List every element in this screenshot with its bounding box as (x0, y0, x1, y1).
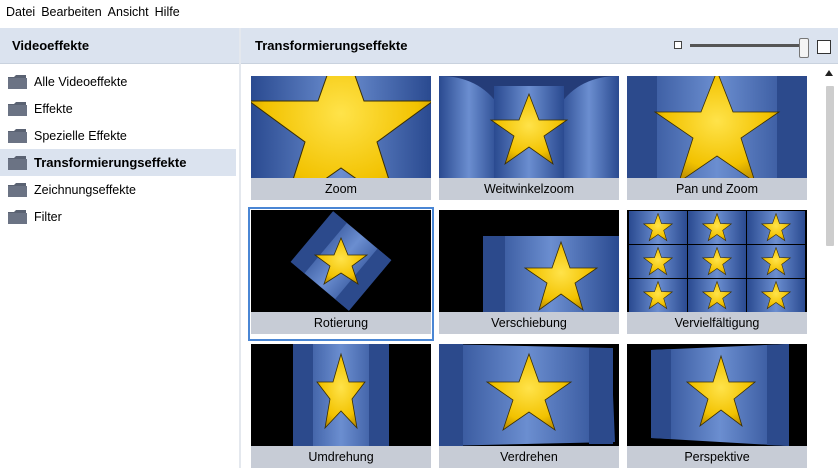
thumbnail-verdrehen (439, 344, 619, 446)
folder-icon (8, 155, 27, 170)
menu-bearbeiten[interactable]: Bearbeiten (41, 5, 101, 19)
folder-icon (8, 209, 27, 224)
effect-tile-perspektive[interactable]: Perspektive (627, 344, 807, 468)
effect-tile-umdrehung[interactable]: Umdrehung (251, 344, 431, 468)
effect-label: Zoom (251, 178, 431, 200)
effect-label: Perspektive (627, 446, 807, 468)
effects-grid: Zoom Weitwinkelzoom Pan und Zoom Rotieru… (241, 66, 823, 468)
tree-item-label: Filter (34, 209, 62, 224)
zoom-small-icon[interactable] (674, 41, 682, 49)
category-tree: Alle Videoeffekte Effekte Spezielle Effe… (0, 68, 239, 230)
tree-item-zeichnungseffekte[interactable]: Zeichnungseffekte (0, 176, 239, 203)
effect-tile-zoom[interactable]: Zoom (251, 76, 431, 204)
effect-label: Weitwinkelzoom (439, 178, 619, 200)
zoom-slider-track[interactable] (690, 44, 806, 47)
thumbnail-vervielfaeltigung (627, 210, 807, 312)
menu-datei[interactable]: Datei (6, 5, 35, 19)
tree-item-spezielle-effekte[interactable]: Spezielle Effekte (0, 122, 239, 149)
effect-label: Umdrehung (251, 446, 431, 468)
thumbnail-rotierung (251, 210, 431, 312)
effect-tile-verdrehen[interactable]: Verdrehen (439, 344, 619, 468)
effect-tile-weitwinkelzoom[interactable]: Weitwinkelzoom (439, 76, 619, 204)
folder-icon (8, 74, 27, 89)
tree-item-effekte[interactable]: Effekte (0, 95, 239, 122)
effect-label: Verschiebung (439, 312, 619, 334)
folder-icon (8, 128, 27, 143)
menu-hilfe[interactable]: Hilfe (155, 5, 180, 19)
tree-item-label: Transformierungseffekte (34, 155, 187, 170)
thumbnail-pan-und-zoom (627, 76, 807, 178)
effect-label: Pan und Zoom (627, 178, 807, 200)
effect-label: Vervielfältigung (627, 312, 807, 334)
tree-item-label: Effekte (34, 101, 73, 116)
tree-item-label: Alle Videoeffekte (34, 74, 128, 89)
folder-icon (8, 182, 27, 197)
arrow-up-icon[interactable] (825, 70, 833, 76)
effect-label: Verdrehen (439, 446, 619, 468)
tree-item-label: Zeichnungseffekte (34, 182, 136, 197)
tree-item-filter[interactable]: Filter (0, 203, 239, 230)
tree-item-alle-videoeffekte[interactable]: Alle Videoeffekte (0, 68, 239, 95)
left-panel-title: Videoeffekte (0, 28, 239, 64)
menu-bar: Datei Bearbeiten Ansicht Hilfe (0, 0, 838, 24)
thumbnail-verschiebung (439, 210, 619, 312)
folder-icon (8, 101, 27, 116)
thumbnail-zoom (251, 76, 431, 178)
effect-tile-pan-und-zoom[interactable]: Pan und Zoom (627, 76, 807, 204)
thumbnail-weitwinkelzoom (439, 76, 619, 178)
effect-tile-rotierung[interactable]: Rotierung (248, 207, 434, 341)
menu-ansicht[interactable]: Ansicht (108, 5, 149, 19)
thumbnail-umdrehung (251, 344, 431, 446)
vertical-scrollbar-thumb[interactable] (826, 86, 834, 246)
effect-tile-verschiebung[interactable]: Verschiebung (439, 210, 619, 338)
tree-item-transformierungseffekte[interactable]: Transformierungseffekte (0, 149, 236, 176)
zoom-slider-thumb[interactable] (799, 38, 809, 58)
zoom-large-icon[interactable] (817, 40, 831, 54)
tree-item-label: Spezielle Effekte (34, 128, 127, 143)
effect-tile-vervielfaeltigung[interactable]: Vervielfältigung (627, 210, 807, 338)
effect-label: Rotierung (251, 312, 431, 334)
thumbnail-perspektive (627, 344, 807, 446)
